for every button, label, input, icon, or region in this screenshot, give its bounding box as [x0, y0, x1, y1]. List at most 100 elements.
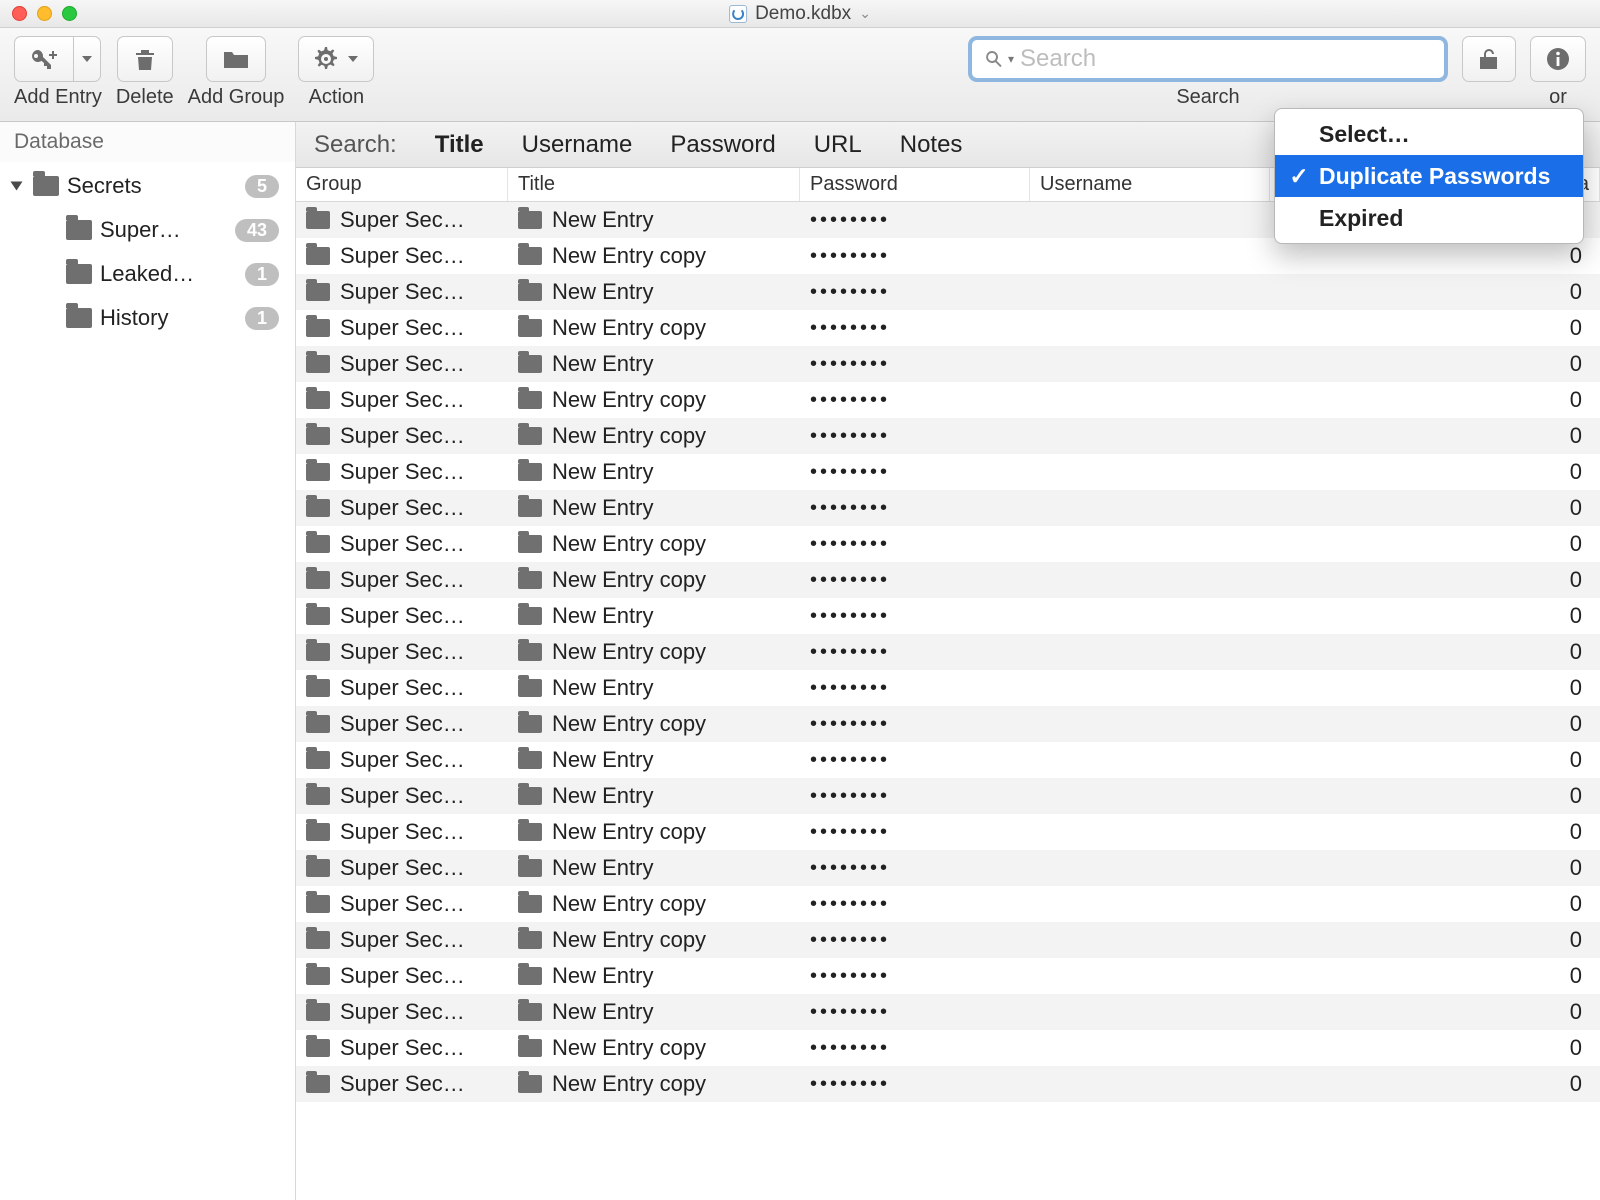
- table-row[interactable]: Super Sec…New Entry••••••••0: [296, 346, 1600, 382]
- table-row[interactable]: Super Sec…New Entry••••••••0: [296, 994, 1600, 1030]
- table-row[interactable]: Super Sec…New Entry••••••••0: [296, 850, 1600, 886]
- column-header-username[interactable]: Username: [1030, 168, 1270, 201]
- folder-icon: [306, 607, 330, 625]
- cell-attachments: 0: [1540, 243, 1600, 269]
- filter-option[interactable]: Title: [435, 131, 484, 159]
- sidebar-item[interactable]: History1: [10, 296, 285, 340]
- cell-password: ••••••••: [810, 749, 890, 772]
- table-row[interactable]: Super Sec…New Entry••••••••0: [296, 958, 1600, 994]
- cell-attachments: 0: [1540, 711, 1600, 737]
- cell-password: ••••••••: [810, 929, 890, 952]
- sidebar-item[interactable]: Leaked…1: [10, 252, 285, 296]
- cell-group: Super Sec…: [340, 819, 465, 845]
- table-row[interactable]: Super Sec…New Entry copy••••••••0: [296, 814, 1600, 850]
- search-input[interactable]: [1020, 45, 1432, 73]
- folder-icon: [518, 607, 542, 625]
- folder-icon: [518, 859, 542, 877]
- title-dropdown-icon[interactable]: ⌄: [859, 5, 871, 22]
- cell-group: Super Sec…: [340, 459, 465, 485]
- filter-option[interactable]: Password: [670, 131, 775, 159]
- menu-item-label: Duplicate Passwords: [1319, 163, 1550, 190]
- table-row[interactable]: Super Sec…New Entry copy••••••••0: [296, 526, 1600, 562]
- search-options-caret-icon[interactable]: ▾: [1008, 52, 1014, 66]
- table-row[interactable]: Super Sec…New Entry••••••••0: [296, 742, 1600, 778]
- folder-plus-icon: [221, 46, 251, 72]
- chevron-down-icon: [347, 54, 359, 64]
- table-row[interactable]: Super Sec…New Entry copy••••••••0: [296, 562, 1600, 598]
- table-row[interactable]: Super Sec…New Entry••••••••0: [296, 490, 1600, 526]
- sidebar-item-label: History: [100, 305, 237, 331]
- table-row[interactable]: Super Sec…New Entry copy••••••••0: [296, 634, 1600, 670]
- folder-icon: [33, 176, 59, 196]
- table-row[interactable]: Super Sec…New Entry copy••••••••0: [296, 1030, 1600, 1066]
- add-entry-menu-button[interactable]: [73, 36, 101, 82]
- cell-password: ••••••••: [810, 353, 890, 376]
- table-row[interactable]: Super Sec…New Entry••••••••0: [296, 670, 1600, 706]
- cell-title: New Entry copy: [552, 531, 706, 557]
- folder-icon: [306, 931, 330, 949]
- cell-attachments: 0: [1540, 315, 1600, 341]
- folder-icon: [518, 1075, 542, 1093]
- lock-button[interactable]: [1462, 36, 1516, 82]
- add-entry-button[interactable]: [14, 36, 73, 82]
- table-row[interactable]: Super Sec…New Entry copy••••••••0: [296, 1066, 1600, 1102]
- cell-password: ••••••••: [810, 1073, 890, 1096]
- delete-button[interactable]: [117, 36, 173, 82]
- cell-group: Super Sec…: [340, 279, 465, 305]
- cell-group: Super Sec…: [340, 495, 465, 521]
- add-group-button[interactable]: [206, 36, 266, 82]
- folder-icon: [306, 355, 330, 373]
- column-header-password[interactable]: Password: [800, 168, 1030, 201]
- cell-title: New Entry: [552, 999, 653, 1025]
- cell-title: New Entry copy: [552, 819, 706, 845]
- search-input-wrapper[interactable]: ▾: [968, 36, 1448, 82]
- cell-password: ••••••••: [810, 605, 890, 628]
- table-row[interactable]: Super Sec…New Entry••••••••0: [296, 778, 1600, 814]
- count-badge: 5: [245, 175, 279, 198]
- cell-group: Super Sec…: [340, 1035, 465, 1061]
- table-row[interactable]: Super Sec…New Entry copy••••••••0: [296, 310, 1600, 346]
- table-row[interactable]: Super Sec…New Entry copy••••••••0: [296, 706, 1600, 742]
- disclosure-triangle-icon[interactable]: [11, 182, 23, 191]
- cell-group: Super Sec…: [340, 207, 465, 233]
- cell-title: New Entry copy: [552, 927, 706, 953]
- filter-option[interactable]: Notes: [900, 131, 963, 159]
- cell-title: New Entry copy: [552, 387, 706, 413]
- folder-icon: [306, 787, 330, 805]
- filter-option[interactable]: URL: [814, 131, 862, 159]
- cell-attachments: 0: [1540, 675, 1600, 701]
- cell-attachments: 0: [1540, 747, 1600, 773]
- table-row[interactable]: Super Sec…New Entry••••••••0: [296, 598, 1600, 634]
- menu-item[interactable]: Expired: [1275, 197, 1583, 239]
- cell-attachments: 0: [1540, 999, 1600, 1025]
- cell-group: Super Sec…: [340, 783, 465, 809]
- inspector-button[interactable]: [1530, 36, 1586, 82]
- menu-item[interactable]: Select…: [1275, 113, 1583, 155]
- column-header-title[interactable]: Title: [508, 168, 800, 201]
- table-row[interactable]: Super Sec…New Entry copy••••••••0: [296, 382, 1600, 418]
- close-window-button[interactable]: [12, 6, 27, 21]
- folder-icon: [306, 1003, 330, 1021]
- cell-password: ••••••••: [810, 821, 890, 844]
- cell-group: Super Sec…: [340, 675, 465, 701]
- table-row[interactable]: Super Sec…New Entry copy••••••••0: [296, 922, 1600, 958]
- sidebar-item[interactable]: Super…43: [10, 208, 285, 252]
- cell-title: New Entry copy: [552, 639, 706, 665]
- filter-option[interactable]: Username: [522, 131, 633, 159]
- action-button[interactable]: [298, 36, 374, 82]
- cell-title: New Entry copy: [552, 1035, 706, 1061]
- delete-label: Delete: [116, 86, 174, 109]
- table-row[interactable]: Super Sec…New Entry••••••••0: [296, 454, 1600, 490]
- minimize-window-button[interactable]: [37, 6, 52, 21]
- sidebar-root-secrets[interactable]: Secrets 5: [10, 164, 285, 208]
- table-row[interactable]: Super Sec…New Entry copy••••••••0: [296, 418, 1600, 454]
- folder-icon: [518, 283, 542, 301]
- table-row[interactable]: Super Sec…New Entry••••••••0: [296, 274, 1600, 310]
- table-row[interactable]: Super Sec…New Entry copy••••••••0: [296, 886, 1600, 922]
- column-header-group[interactable]: Group: [296, 168, 508, 201]
- action-label: Action: [309, 86, 365, 109]
- cell-title: New Entry: [552, 207, 653, 233]
- zoom-window-button[interactable]: [62, 6, 77, 21]
- cell-password: ••••••••: [810, 389, 890, 412]
- menu-item[interactable]: ✓Duplicate Passwords: [1275, 155, 1583, 197]
